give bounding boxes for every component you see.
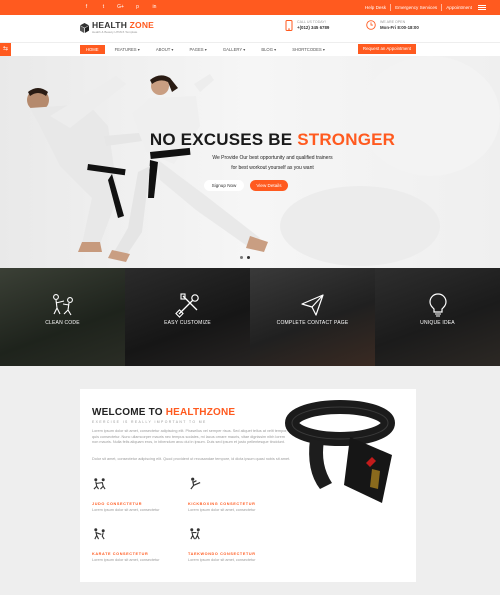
hero-subtitle-line2: for best workout yourself as you want [231,165,314,171]
welcome-paragraph-2: Dolor sit amet, consectetur adipiscing e… [92,457,291,461]
feature-label: CLEAN CODE [45,320,80,326]
service-judo[interactable]: JUDO CONSECTETUR Lorem ipsum dolor sit a… [92,477,202,512]
hero-subtitle-line1: We Provide Our best opportunity and qual… [212,155,333,161]
nav-item-gallery[interactable]: GALLERY ▾ [217,45,251,54]
pinterest-icon[interactable]: p [133,3,142,12]
divider [390,4,392,11]
fighters-icon [53,294,73,316]
logo-text: HEALTH ZONE [92,20,155,30]
view-details-button[interactable]: View Details [250,180,288,191]
feature-label: COMPLETE CONTACT PAGE [276,320,349,326]
hours-info: WE ARE OPEN Mon-Fri 8:00-18:00 [366,20,419,31]
call-number[interactable]: +(012) 345 6789 [297,25,329,31]
logo[interactable]: HEALTH ZONE Health & Beauty HTML5 Templa… [80,21,154,34]
site-header: HEALTH ZONE Health & Beauty HTML5 Templa… [0,15,500,42]
page: f t G+ p in Help Desk Emergency Services… [0,0,500,595]
feature-unique-idea[interactable]: UNIQUE IDEA [375,268,500,366]
service-taekwondo[interactable]: TAEKWONDO CONSECTETUR Lorem ipsum dolor … [188,527,298,562]
settings-toggle-icon[interactable]: ⇆ [0,43,11,56]
karate-icon [94,528,105,540]
nav-item-pages[interactable]: PAGES ▾ [183,45,212,54]
divider [441,4,443,11]
nav-item-features[interactable]: FEATURES ▾ [109,45,146,54]
welcome-card: WELCOME TO HEALTHZONE EXERCISE IS REALLY… [80,389,416,582]
feature-complete-contact-page[interactable]: COMPLETE CONTACT PAGE [250,268,375,366]
service-title: KARATE CONSECTETUR [92,552,149,556]
cube-logo-icon [80,22,89,33]
hero-fighters-image [27,56,500,266]
slider-dot[interactable] [240,256,243,259]
hero-title: NO EXCUSES BE STRONGER [149,130,396,149]
black-belt-image [285,400,395,503]
call-info: CALL US TODAY! +(012) 345 6789 [285,20,329,31]
nav-item-home[interactable]: HOME [80,45,105,54]
signup-button[interactable]: Signup Now [204,180,244,191]
top-links: Help Desk Emergency Services Appointment [365,3,486,12]
lightbulb-icon [429,293,447,317]
open-hours: Mon-Fri 8:00-18:00 [380,25,419,30]
service-desc: Lorem ipsum dolor sit amet, consectetur [188,558,256,562]
kickboxing-icon [190,477,201,490]
social-links: f t G+ p in [82,3,159,12]
service-title: TAEKWONDO CONSECTETUR [188,552,256,556]
service-desc: Lorem ipsum dolor sit amet, consectetur [92,558,160,562]
service-title: JUDO CONSECTETUR [92,502,143,506]
slider-dot[interactable] [247,256,250,259]
top-bar: f t G+ p in Help Desk Emergency Services… [0,0,500,15]
logo-tagline: Health & Beauty HTML5 Template [92,30,138,34]
main-nav: HOME FEATURES ▾ ABOUT ▾ PAGES ▾ GALLERY … [0,42,500,57]
tools-icon [175,293,199,318]
request-appointment-button[interactable]: Request an Appointment [357,44,416,54]
welcome-title: WELCOME TO HEALTHZONE [92,407,236,418]
nav-menu: HOME FEATURES ▾ ABOUT ▾ PAGES ▾ GALLERY … [80,45,331,54]
phone-icon [285,20,293,31]
hamburger-menu-icon[interactable] [478,4,486,11]
nav-item-shortcodes[interactable]: SHORTCODES ▾ [286,45,331,54]
feature-easy-customize[interactable]: EASY CUSTOMIZE [125,268,250,366]
service-karate[interactable]: KARATE CONSECTETUR Lorem ipsum dolor sit… [92,527,202,562]
help-desk-link[interactable]: Help Desk [365,3,386,12]
paper-plane-icon [301,294,324,316]
service-desc: Lorem ipsum dolor sit amet, consectetur [92,508,160,512]
feature-label: UNIQUE IDEA [420,320,455,326]
clock-icon [366,20,376,30]
feature-label: EASY CUSTOMIZE [164,320,211,326]
google-plus-icon[interactable]: G+ [116,3,125,12]
twitter-icon[interactable]: t [99,3,108,12]
emergency-services-link[interactable]: Emergency Services [395,3,437,12]
taekwondo-icon [190,528,200,540]
linkedin-icon[interactable]: in [150,3,159,12]
hero-slider: NO EXCUSES BE STRONGER We Provide Our be… [0,56,500,268]
nav-item-blog[interactable]: BLOG ▾ [255,45,282,54]
features-strip: CLEAN CODE EASY CUSTOMIZE COMPLETE CONTA… [0,268,500,366]
nav-item-about[interactable]: ABOUT ▾ [150,45,180,54]
slider-dots [240,256,250,259]
feature-clean-code[interactable]: CLEAN CODE [0,268,125,366]
facebook-icon[interactable]: f [82,3,91,12]
judo-icon [93,478,106,490]
welcome-subtitle: EXERCISE IS REALLY IMPORTANT TO ME [92,420,207,424]
welcome-paragraph: Lorem ipsum dolor sit amet, consectetur … [92,429,288,444]
appointment-link[interactable]: Appointment [446,3,472,12]
